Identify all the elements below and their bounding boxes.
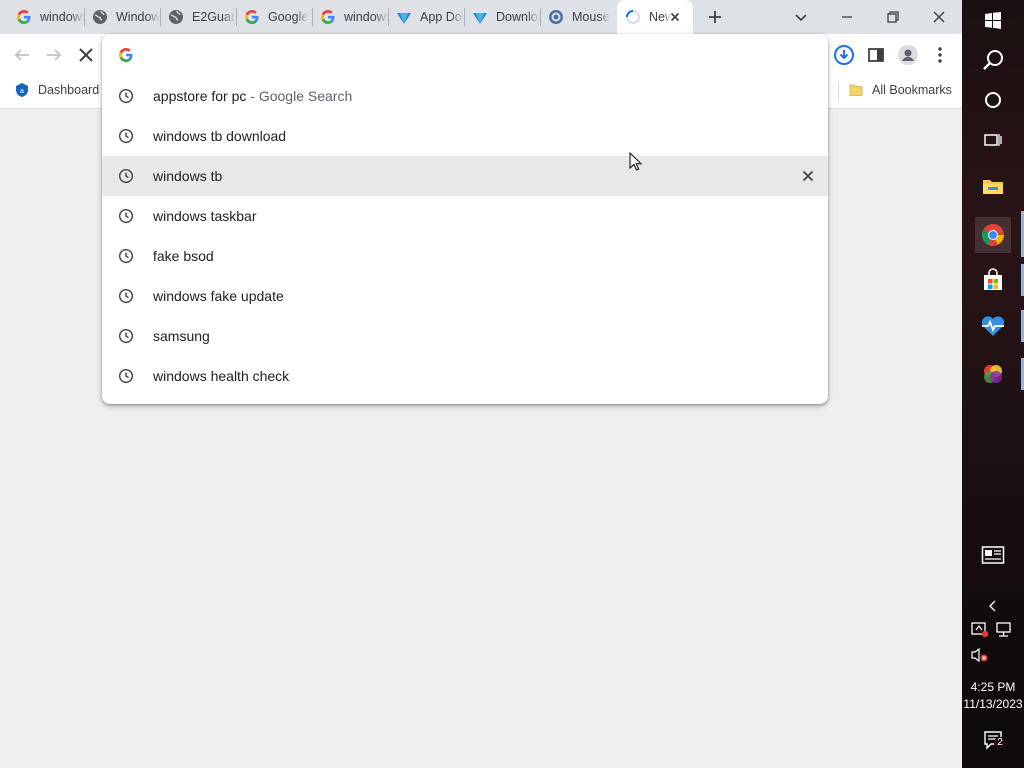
suggestion-text: appstore for pc [153,88,247,104]
suggestion-list: appstore for pc - Google Search windows … [102,76,828,396]
profile-avatar-icon[interactable] [897,44,919,66]
suggestion-item-hovered[interactable]: windows tb [102,151,828,196]
news-widget-icon[interactable] [977,539,1009,571]
tab-title: Download [496,10,540,24]
more-menu-icon[interactable] [929,44,951,66]
file-explorer-icon[interactable] [977,170,1009,202]
browser-window: windows tb download - Google Search Wind… [0,0,962,768]
suggestion-item[interactable]: samsung [102,316,828,356]
suggestion-item[interactable]: appstore for pc - Google Search [102,76,828,116]
suggestion-hint: - Google Search [246,88,353,104]
google-icon [16,9,32,25]
diamond-icon [472,9,488,25]
restore-icon[interactable] [881,5,905,29]
tab-search-icon[interactable] [789,5,813,29]
taskbar-date[interactable]: 11/13/2023 [962,697,1024,711]
tab-windows-tb[interactable]: Windows TB [84,0,160,34]
omnibox-dropdown: appstore for pc - Google Search windows … [102,34,828,404]
all-bookmarks-label: All Bookmarks [872,83,952,97]
bookmark-all-bookmarks[interactable]: All Bookmarks [848,76,952,104]
mouse-cursor-icon [629,151,643,172]
google-icon [118,47,134,63]
history-clock-icon [118,288,134,304]
suggestion-item[interactable]: windows fake update [102,276,828,316]
tab-new-tab-active[interactable]: New Tab [617,0,693,34]
svg-text:a: a [20,88,24,95]
suggestion-item[interactable]: windows taskbar [102,196,828,236]
volume-muted-icon[interactable] [970,646,990,664]
remove-suggestion-icon[interactable] [800,168,816,184]
globe-icon [168,9,184,25]
target-icon [548,9,564,25]
task-view-icon[interactable] [977,124,1009,156]
tab-google[interactable]: Google [236,0,312,34]
close-tab-icon[interactable] [667,9,683,25]
history-clock-icon [118,208,134,224]
history-clock-icon [118,128,134,144]
tab-google-search-1[interactable]: windows tb download - Google Search [0,0,84,34]
bookmark-dashboard-label: Dashboard - [38,83,107,97]
meet-now-icon[interactable] [970,621,990,639]
microsoft-store-icon[interactable] [977,264,1009,296]
history-clock-icon [118,328,134,344]
tab-e2guardian[interactable]: E2Guardian [160,0,236,34]
history-clock-icon [118,168,134,184]
taskbar-time[interactable]: 4:25 PM [962,680,1024,694]
tab-title: Mouse [572,10,610,24]
suggestion-text: windows tb [153,168,223,184]
stop-loading-icon[interactable] [75,44,97,66]
suggestion-text: windows tb download [153,128,287,144]
omnibox-input[interactable] [146,42,790,70]
tab-title: Google [268,10,309,24]
color-app-icon[interactable] [977,358,1009,390]
network-icon[interactable] [994,621,1014,639]
tab-download[interactable]: Download [464,0,540,34]
tab-mouse[interactable]: Mouse [540,0,616,34]
bookmark-dashboard[interactable]: a Dashboard - [14,76,107,104]
cortana-icon[interactable] [977,84,1009,116]
tab-title: Windows TB [116,10,160,24]
tab-title: windows tb download - Google Search [40,10,84,24]
google-icon [244,9,260,25]
new-tab-button[interactable] [704,6,726,28]
history-clock-icon [118,88,134,104]
globe-icon [92,9,108,25]
download-icon[interactable] [833,44,855,66]
back-icon[interactable] [11,44,33,66]
chrome-icon[interactable] [975,217,1011,253]
suggestion-text: windows fake update [153,288,284,304]
tab-app-download[interactable]: App Download [388,0,464,34]
suggestion-text: samsung [153,328,210,344]
tab-title: windows taskbar - Google Search [344,10,388,24]
suggestion-text: fake bsod [153,248,214,264]
diamond-icon [396,9,412,25]
tab-title: App Download [420,10,464,24]
google-icon [320,9,336,25]
search-icon[interactable] [977,44,1009,76]
side-panel-icon[interactable] [865,44,887,66]
history-clock-icon [118,248,134,264]
suggestion-item[interactable]: windows tb download [102,116,828,156]
notification-count-badge: 2 [994,737,1006,749]
suggestion-item[interactable]: fake bsod [102,236,828,276]
chevron-left-icon[interactable] [977,590,1009,622]
tab-title: E2Guardian [192,10,236,24]
forward-icon[interactable] [43,44,65,66]
suggestion-item[interactable]: windows health check [102,356,828,396]
folder-icon [848,82,864,98]
windows-start-icon[interactable] [977,4,1009,36]
dashboard-shield-icon: a [14,82,30,98]
loading-icon [625,9,641,25]
suggestion-text: windows health check [153,368,290,384]
notification-center-icon[interactable]: 2 [982,729,1008,753]
suggestion-text: windows taskbar [153,208,257,224]
close-window-icon[interactable] [927,5,951,29]
tab-strip: windows tb download - Google Search Wind… [0,0,962,34]
tab-google-search-2[interactable]: windows taskbar - Google Search [312,0,388,34]
history-clock-icon [118,368,134,384]
windows-taskbar: 4:25 PM 11/13/2023 2 [962,0,1024,768]
minimize-icon[interactable] [835,5,859,29]
health-check-icon[interactable] [977,310,1009,342]
